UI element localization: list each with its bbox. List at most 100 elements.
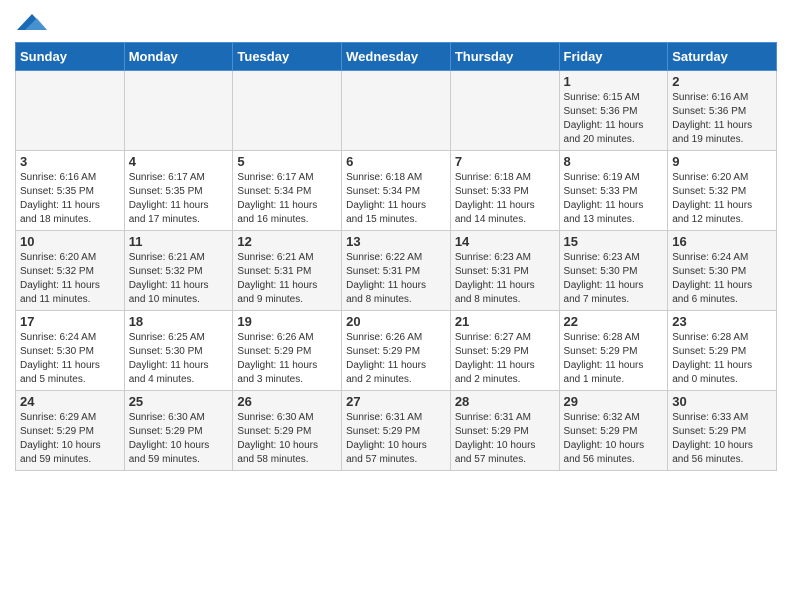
calendar-cell: 3 Sunrise: 6:16 AM Sunset: 5:35 PM Daylig…	[16, 151, 125, 231]
day-header-sunday: Sunday	[16, 43, 125, 71]
day-info: Sunrise: 6:30 AM Sunset: 5:29 PM Dayligh…	[129, 411, 229, 467]
day-number: 14	[455, 234, 555, 249]
day-info: Sunrise: 6:26 AM Sunset: 5:29 PM Dayligh…	[346, 331, 446, 387]
calendar-cell	[233, 71, 342, 151]
calendar-body: 1 Sunrise: 6:15 AM Sunset: 5:36 PM Daylig…	[16, 71, 777, 471]
day-number: 10	[20, 234, 120, 249]
calendar-cell: 9Sunrise: 6:20 AM Sunset: 5:32 PM Daylig…	[668, 151, 777, 231]
day-number: 20	[346, 314, 446, 329]
day-number: 5	[237, 154, 337, 169]
page-container: SundayMondayTuesdayWednesdayThursdayFrid…	[0, 0, 792, 481]
week-row-2: 3 Sunrise: 6:16 AM Sunset: 5:35 PM Daylig…	[16, 151, 777, 231]
day-info: Sunrise: 6:22 AM Sunset: 5:31 PM Dayligh…	[346, 251, 446, 307]
calendar-cell: 5 Sunrise: 6:17 AM Sunset: 5:34 PM Daylig…	[233, 151, 342, 231]
week-row-4: 17 Sunrise: 6:24 AM Sunset: 5:30 PM Dayli…	[16, 311, 777, 391]
calendar-cell: 14 Sunrise: 6:23 AM Sunset: 5:31 PM Dayli…	[450, 231, 559, 311]
day-number: 24	[20, 394, 120, 409]
week-row-3: 10 Sunrise: 6:20 AM Sunset: 5:32 PM Dayli…	[16, 231, 777, 311]
day-number: 26	[237, 394, 337, 409]
day-info: Sunrise: 6:19 AM Sunset: 5:33 PM Dayligh…	[564, 171, 664, 227]
calendar-cell: 12 Sunrise: 6:21 AM Sunset: 5:31 PM Dayli…	[233, 231, 342, 311]
day-info: Sunrise: 6:31 AM Sunset: 5:29 PM Dayligh…	[455, 411, 555, 467]
calendar-cell: 25 Sunrise: 6:30 AM Sunset: 5:29 PM Dayli…	[124, 391, 233, 471]
calendar-cell: 4 Sunrise: 6:17 AM Sunset: 5:35 PM Daylig…	[124, 151, 233, 231]
day-info: Sunrise: 6:28 AM Sunset: 5:29 PM Dayligh…	[564, 331, 664, 387]
calendar-cell	[124, 71, 233, 151]
calendar-header: SundayMondayTuesdayWednesdayThursdayFrid…	[16, 43, 777, 71]
day-number: 6	[346, 154, 446, 169]
day-number: 15	[564, 234, 664, 249]
day-info: Sunrise: 6:32 AM Sunset: 5:29 PM Dayligh…	[564, 411, 664, 467]
day-info: Sunrise: 6:21 AM Sunset: 5:32 PM Dayligh…	[129, 251, 229, 307]
day-info: Sunrise: 6:20 AM Sunset: 5:32 PM Dayligh…	[20, 251, 120, 307]
calendar-cell: 8 Sunrise: 6:19 AM Sunset: 5:33 PM Daylig…	[559, 151, 668, 231]
day-info: Sunrise: 6:23 AM Sunset: 5:30 PM Dayligh…	[564, 251, 664, 307]
day-info: Sunrise: 6:18 AM Sunset: 5:33 PM Dayligh…	[455, 171, 555, 227]
calendar-cell: 30 Sunrise: 6:33 AM Sunset: 5:29 PM Dayli…	[668, 391, 777, 471]
day-number: 18	[129, 314, 229, 329]
day-header-tuesday: Tuesday	[233, 43, 342, 71]
calendar-cell: 10 Sunrise: 6:20 AM Sunset: 5:32 PM Dayli…	[16, 231, 125, 311]
calendar-cell: 20 Sunrise: 6:26 AM Sunset: 5:29 PM Dayli…	[342, 311, 451, 391]
calendar-cell: 6 Sunrise: 6:18 AM Sunset: 5:34 PM Daylig…	[342, 151, 451, 231]
day-info: Sunrise: 6:17 AM Sunset: 5:34 PM Dayligh…	[237, 171, 337, 227]
day-info: Sunrise: 6:29 AM Sunset: 5:29 PM Dayligh…	[20, 411, 120, 467]
day-number: 30	[672, 394, 772, 409]
day-number: 7	[455, 154, 555, 169]
calendar-cell	[450, 71, 559, 151]
day-info: Sunrise: 6:24 AM Sunset: 5:30 PM Dayligh…	[20, 331, 120, 387]
header-row: SundayMondayTuesdayWednesdayThursdayFrid…	[16, 43, 777, 71]
day-info: Sunrise: 6:18 AM Sunset: 5:34 PM Dayligh…	[346, 171, 446, 227]
header	[15, 10, 777, 34]
day-info: Sunrise: 6:25 AM Sunset: 5:30 PM Dayligh…	[129, 331, 229, 387]
day-number: 27	[346, 394, 446, 409]
day-number: 25	[129, 394, 229, 409]
day-number: 28	[455, 394, 555, 409]
day-info: Sunrise: 6:33 AM Sunset: 5:29 PM Dayligh…	[672, 411, 772, 467]
day-number: 1	[564, 74, 664, 89]
day-number: 12	[237, 234, 337, 249]
day-info: Sunrise: 6:31 AM Sunset: 5:29 PM Dayligh…	[346, 411, 446, 467]
day-info: Sunrise: 6:28 AM Sunset: 5:29 PM Dayligh…	[672, 331, 772, 387]
calendar-cell: 15 Sunrise: 6:23 AM Sunset: 5:30 PM Dayli…	[559, 231, 668, 311]
calendar-cell: 19Sunrise: 6:26 AM Sunset: 5:29 PM Dayli…	[233, 311, 342, 391]
day-number: 13	[346, 234, 446, 249]
calendar-cell	[16, 71, 125, 151]
calendar-cell: 18 Sunrise: 6:25 AM Sunset: 5:30 PM Dayli…	[124, 311, 233, 391]
day-info: Sunrise: 6:21 AM Sunset: 5:31 PM Dayligh…	[237, 251, 337, 307]
calendar-cell: 22 Sunrise: 6:28 AM Sunset: 5:29 PM Dayli…	[559, 311, 668, 391]
day-number: 3	[20, 154, 120, 169]
day-header-saturday: Saturday	[668, 43, 777, 71]
calendar-cell: 29Sunrise: 6:32 AM Sunset: 5:29 PM Dayli…	[559, 391, 668, 471]
day-number: 8	[564, 154, 664, 169]
day-info: Sunrise: 6:16 AM Sunset: 5:35 PM Dayligh…	[20, 171, 120, 227]
day-number: 11	[129, 234, 229, 249]
week-row-5: 24 Sunrise: 6:29 AM Sunset: 5:29 PM Dayli…	[16, 391, 777, 471]
calendar-cell: 16Sunrise: 6:24 AM Sunset: 5:30 PM Dayli…	[668, 231, 777, 311]
calendar-cell: 11 Sunrise: 6:21 AM Sunset: 5:32 PM Dayli…	[124, 231, 233, 311]
day-info: Sunrise: 6:30 AM Sunset: 5:29 PM Dayligh…	[237, 411, 337, 467]
calendar-cell: 21Sunrise: 6:27 AM Sunset: 5:29 PM Dayli…	[450, 311, 559, 391]
logo	[15, 10, 47, 34]
day-number: 4	[129, 154, 229, 169]
calendar-cell: 2 Sunrise: 6:16 AM Sunset: 5:36 PM Daylig…	[668, 71, 777, 151]
day-number: 2	[672, 74, 772, 89]
day-info: Sunrise: 6:27 AM Sunset: 5:29 PM Dayligh…	[455, 331, 555, 387]
day-number: 17	[20, 314, 120, 329]
day-info: Sunrise: 6:16 AM Sunset: 5:36 PM Dayligh…	[672, 91, 772, 147]
day-header-thursday: Thursday	[450, 43, 559, 71]
calendar-cell: 24 Sunrise: 6:29 AM Sunset: 5:29 PM Dayli…	[16, 391, 125, 471]
day-header-monday: Monday	[124, 43, 233, 71]
day-info: Sunrise: 6:17 AM Sunset: 5:35 PM Dayligh…	[129, 171, 229, 227]
day-header-friday: Friday	[559, 43, 668, 71]
week-row-1: 1 Sunrise: 6:15 AM Sunset: 5:36 PM Daylig…	[16, 71, 777, 151]
day-header-wednesday: Wednesday	[342, 43, 451, 71]
day-info: Sunrise: 6:15 AM Sunset: 5:36 PM Dayligh…	[564, 91, 664, 147]
day-number: 23	[672, 314, 772, 329]
logo-icon	[17, 10, 47, 34]
calendar-cell	[342, 71, 451, 151]
calendar-cell: 13 Sunrise: 6:22 AM Sunset: 5:31 PM Dayli…	[342, 231, 451, 311]
calendar-cell: 17 Sunrise: 6:24 AM Sunset: 5:30 PM Dayli…	[16, 311, 125, 391]
day-info: Sunrise: 6:23 AM Sunset: 5:31 PM Dayligh…	[455, 251, 555, 307]
day-number: 22	[564, 314, 664, 329]
